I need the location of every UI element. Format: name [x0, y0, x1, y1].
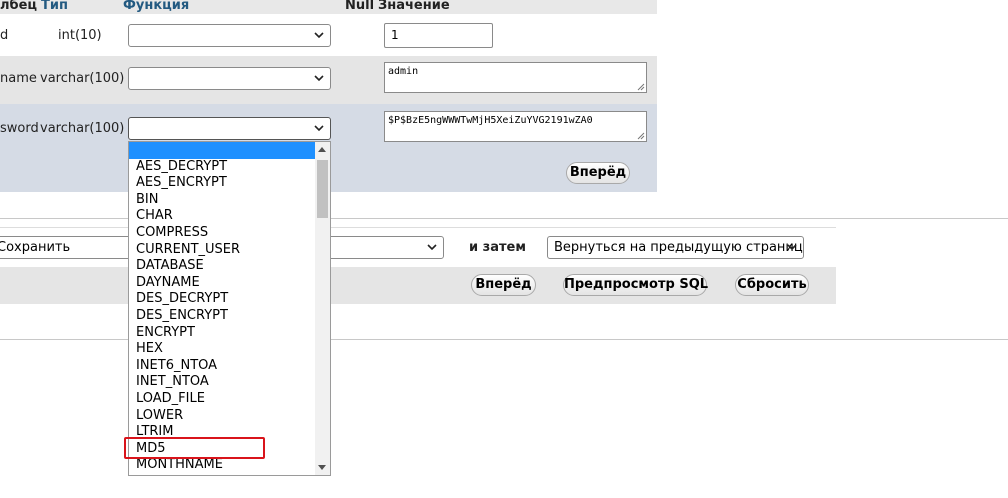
after-insert-select[interactable]: Вернуться на предыдущую страницу [547, 236, 804, 259]
table-header [0, 0, 657, 14]
dropdown-option[interactable]: AES_ENCRYPT [129, 175, 315, 192]
header-type[interactable]: Тип [41, 0, 68, 13]
dropdown-option[interactable]: DES_ENCRYPT [129, 308, 315, 325]
table-row: d int(10) 1 [0, 14, 657, 56]
dropdown-option[interactable]: HEX [129, 341, 315, 358]
dropdown-option[interactable]: INET_NTOA [129, 374, 315, 391]
dropdown-option[interactable]: MONTHNAME [129, 457, 315, 474]
resize-grip-icon[interactable] [637, 132, 645, 140]
chevron-down-icon [314, 32, 324, 39]
header-column: лбец [0, 0, 38, 13]
resize-grip-icon[interactable] [637, 83, 645, 91]
reset-button[interactable]: Сбросить [735, 274, 809, 296]
function-options: AES_DECRYPT AES_ENCRYPT BIN CHAR COMPRESS CUR… [129, 142, 315, 474]
value-text: admin [388, 66, 419, 77]
chevron-down-icon [314, 125, 324, 132]
chevron-down-icon [787, 244, 797, 251]
function-dropdown-list[interactable]: AES_DECRYPT AES_ENCRYPT BIN CHAR COMPRESS CUR… [128, 141, 331, 476]
chevron-down-icon [427, 244, 437, 251]
dropdown-option[interactable]: INET6_NTOA [129, 358, 315, 375]
column-type: varchar(100) [40, 71, 125, 86]
dropdown-option[interactable]: LOWER [129, 408, 315, 425]
dropdown-option[interactable]: DATABASE [129, 258, 315, 275]
table-row: name varchar(100) admin [0, 56, 657, 104]
dropdown-option[interactable]: AES_DECRYPT [129, 159, 315, 176]
chevron-down-icon [314, 75, 324, 82]
dropdown-option[interactable]: CURRENT_USER [129, 242, 315, 259]
scroll-down-icon[interactable] [318, 465, 326, 470]
save-mode-value: Сохранить [0, 240, 71, 255]
dropdown-option[interactable]: DES_DECRYPT [129, 291, 315, 308]
value-input[interactable]: 1 [384, 23, 493, 48]
scroll-thumb[interactable] [317, 160, 328, 218]
submit-options-row: Сохранить и затем Вернуться на предыдущу… [0, 227, 836, 268]
scroll-up-icon[interactable] [318, 147, 326, 152]
column-type: int(10) [58, 28, 102, 43]
after-insert-value: Вернуться на предыдущую страницу [554, 240, 804, 255]
submit-buttons-row: Вперёд Предпросмотр SQL Сбросить [0, 267, 836, 304]
column-name: sword [0, 121, 39, 136]
md5-highlight-box [124, 437, 265, 459]
column-type: varchar(100) [40, 121, 125, 136]
column-name: name [0, 71, 37, 86]
header-function[interactable]: Функция [123, 0, 189, 13]
dropdown-option[interactable]: LOAD_FILE [129, 391, 315, 408]
header-null: Null [345, 0, 375, 13]
dropdown-option[interactable]: BIN [129, 192, 315, 209]
preview-sql-button[interactable]: Предпросмотр SQL [563, 274, 708, 296]
dropdown-option[interactable]: COMPRESS [129, 225, 315, 242]
header-value: Значение [378, 0, 450, 13]
function-select[interactable] [128, 24, 331, 47]
column-name: d [0, 28, 9, 43]
go-button[interactable]: Вперёд [471, 274, 536, 296]
value-text: $P$BzE5ngWWWTwMjH5XeiZuYVG2191wZA0 [388, 115, 593, 126]
value-textarea[interactable]: $P$BzE5ngWWWTwMjH5XeiZuYVG2191wZA0 [384, 111, 647, 142]
function-select[interactable] [128, 67, 331, 90]
dropdown-option[interactable]: CHAR [129, 208, 315, 225]
function-select-open[interactable] [128, 117, 331, 140]
dropdown-option[interactable]: DAYNAME [129, 275, 315, 292]
value-textarea[interactable]: admin [384, 62, 647, 93]
dropdown-scrollbar[interactable] [315, 142, 330, 475]
and-then-label: и затем [469, 240, 526, 255]
dropdown-option[interactable] [129, 142, 315, 159]
dropdown-option[interactable]: ENCRYPT [129, 325, 315, 342]
go-button[interactable]: Вперёд [566, 162, 630, 184]
